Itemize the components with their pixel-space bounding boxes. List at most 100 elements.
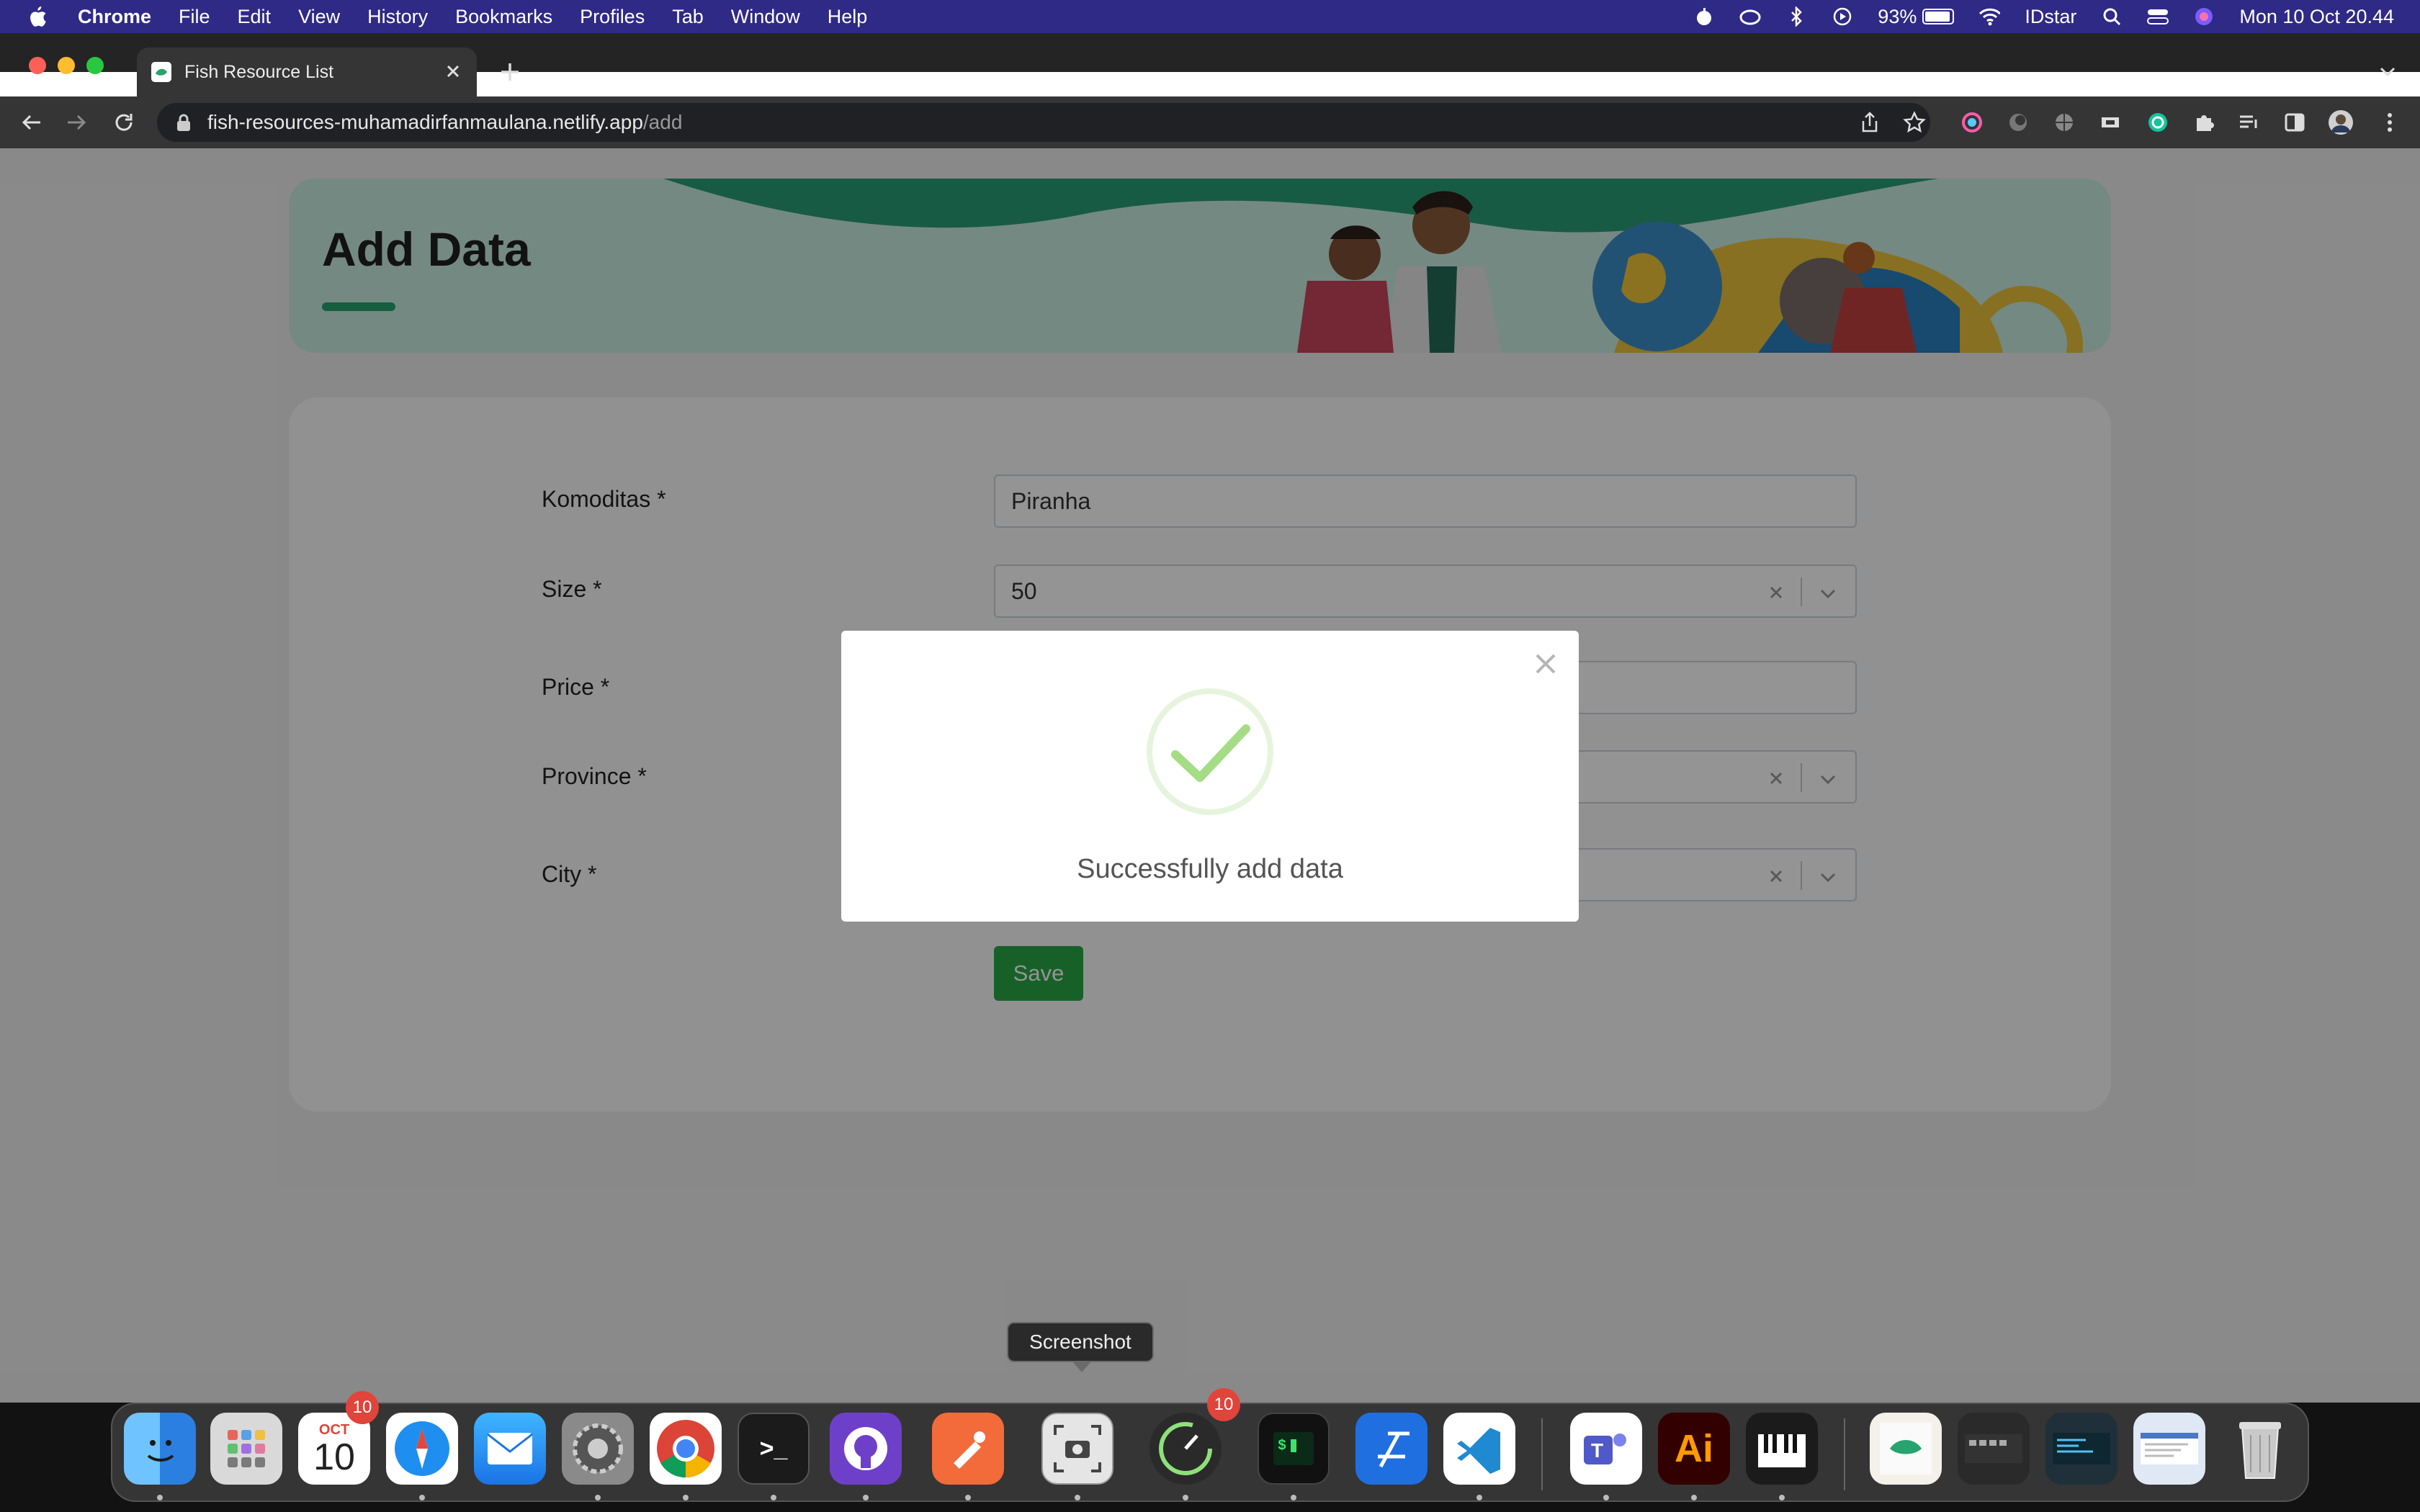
- iterm-icon[interactable]: $: [1258, 1413, 1330, 1485]
- running-indicator: [157, 1495, 163, 1500]
- menu-view[interactable]: View: [298, 6, 340, 28]
- site-favicon-icon: [151, 62, 171, 82]
- extension-color-icon[interactable]: [1959, 109, 1985, 135]
- menu-window[interactable]: Window: [731, 6, 800, 28]
- lock-icon[interactable]: [176, 113, 192, 132]
- success-check-icon: [1147, 688, 1273, 815]
- menu-tab[interactable]: Tab: [672, 6, 704, 28]
- back-arrow-icon[interactable]: [17, 108, 46, 137]
- chrome-icon[interactable]: [650, 1413, 722, 1485]
- success-modal: Successfully add data: [841, 631, 1579, 922]
- forward-arrow-icon[interactable]: [62, 108, 91, 137]
- running-indicator: [1075, 1495, 1080, 1500]
- dock-separator: [1541, 1418, 1543, 1490]
- running-indicator: [595, 1495, 601, 1500]
- screenshot-icon[interactable]: [1041, 1413, 1113, 1485]
- side-panel-icon[interactable]: [2282, 109, 2308, 135]
- menu-app-name[interactable]: Chrome: [78, 6, 151, 28]
- address-bar[interactable]: fish-resources-muhamadirfanmaulana.netli…: [157, 103, 1930, 142]
- running-indicator: [771, 1495, 776, 1500]
- terminal-prompt: >_: [759, 1434, 788, 1462]
- window-minimize-button[interactable]: [58, 57, 75, 74]
- wifi-icon[interactable]: [1978, 6, 2001, 27]
- menu-profiles[interactable]: Profiles: [580, 6, 645, 28]
- safari-icon[interactable]: [386, 1413, 458, 1485]
- window-zoom-button[interactable]: [86, 57, 104, 74]
- trash-icon[interactable]: [2224, 1413, 2296, 1485]
- recent-browser-thumbnail[interactable]: [2133, 1413, 2205, 1485]
- fruit-tray-icon[interactable]: [1693, 6, 1715, 27]
- menu-file[interactable]: File: [179, 6, 210, 28]
- tooltip-arrow: [1072, 1361, 1092, 1372]
- profile-avatar[interactable]: [2328, 109, 2354, 135]
- page-content: Add Data Komoditas * Piranha Size * 50 P…: [0, 148, 2420, 1403]
- spotlight-search-icon[interactable]: [2101, 6, 2123, 27]
- extension-cast-icon[interactable]: [2097, 109, 2123, 135]
- app-badge: 10: [1207, 1388, 1240, 1421]
- running-indicator: [1779, 1495, 1785, 1500]
- dock-separator: [1844, 1418, 1845, 1490]
- bookmark-star-icon[interactable]: [1901, 109, 1927, 135]
- menu-bookmarks[interactable]: Bookmarks: [455, 6, 552, 28]
- running-indicator: [683, 1495, 689, 1500]
- vscode-icon[interactable]: [1443, 1413, 1515, 1485]
- xcode-icon[interactable]: [1355, 1413, 1428, 1485]
- mail-icon[interactable]: [474, 1413, 546, 1485]
- share-icon[interactable]: [1857, 109, 1883, 135]
- chrome-menu-icon[interactable]: [2377, 109, 2403, 135]
- calendar-day: 10: [313, 1436, 355, 1478]
- finder-icon[interactable]: [124, 1413, 196, 1485]
- extension-dark-reader-icon[interactable]: [2005, 109, 2031, 135]
- illustrator-icon[interactable]: Ai: [1658, 1413, 1730, 1485]
- battery-percent: 93%: [1878, 5, 1917, 27]
- tab-close-icon[interactable]: [444, 62, 462, 81]
- bluetooth-icon[interactable]: [1785, 6, 1807, 27]
- reading-list-icon[interactable]: [2236, 109, 2262, 135]
- running-indicator: [1603, 1495, 1609, 1500]
- running-indicator: [419, 1495, 425, 1500]
- tab-search-chevron-icon[interactable]: [2377, 60, 2398, 82]
- extension-grammarly-icon[interactable]: [2145, 109, 2171, 135]
- menu-history[interactable]: History: [367, 6, 428, 28]
- svg-text:$: $: [1278, 1438, 1286, 1454]
- extensions-puzzle-icon[interactable]: [2191, 109, 2217, 135]
- siri-icon[interactable]: [2193, 6, 2215, 27]
- running-indicator: [1476, 1495, 1482, 1500]
- teams-icon[interactable]: T: [1570, 1413, 1642, 1485]
- github-desktop-icon[interactable]: [830, 1413, 902, 1485]
- menu-bar: Chrome File Edit View History Bookmarks …: [0, 0, 2420, 33]
- menu-help[interactable]: Help: [828, 6, 868, 28]
- menu-edit[interactable]: Edit: [238, 6, 272, 28]
- tab-title: Fish Resource List: [184, 61, 334, 82]
- reload-icon[interactable]: [109, 108, 138, 137]
- calendar-badge: 10: [346, 1391, 379, 1424]
- url-host: fish-resources-muhamadirfanmaulana.netli…: [207, 111, 643, 133]
- terminal-icon[interactable]: >_: [738, 1413, 810, 1485]
- recent-document-thumbnail[interactable]: [1870, 1413, 1942, 1485]
- postman-icon[interactable]: [932, 1413, 1004, 1485]
- apple-menu-icon[interactable]: [26, 5, 48, 28]
- running-indicator: [1691, 1495, 1697, 1500]
- control-center-icon[interactable]: [2147, 6, 2169, 27]
- creative-cloud-icon[interactable]: [1739, 6, 1761, 27]
- dock-tooltip: Screenshot: [1007, 1322, 1154, 1372]
- menu-datetime[interactable]: Mon 10 Oct 20.44: [2239, 6, 2394, 28]
- running-indicator: [1291, 1495, 1296, 1500]
- recent-code-thumbnail[interactable]: [2045, 1413, 2118, 1485]
- tab-fish-resource-list[interactable]: Fish Resource List: [137, 48, 477, 96]
- piano-app-icon[interactable]: [1746, 1413, 1818, 1485]
- system-preferences-icon[interactable]: [562, 1413, 634, 1485]
- launchpad-icon[interactable]: [210, 1413, 282, 1485]
- battery-status[interactable]: 93%: [1878, 5, 1955, 28]
- media-play-icon[interactable]: [1832, 6, 1853, 27]
- modal-message: Successfully add data: [1077, 854, 1343, 884]
- new-tab-icon[interactable]: [496, 58, 524, 86]
- illustrator-label: Ai: [1675, 1427, 1713, 1470]
- speedtest-icon[interactable]: [1150, 1413, 1222, 1485]
- tooltip-label: Screenshot: [1029, 1331, 1131, 1353]
- menu-user[interactable]: IDstar: [2025, 6, 2076, 28]
- extension-globe-icon[interactable]: [2051, 109, 2077, 135]
- window-close-button[interactable]: [29, 57, 46, 74]
- recent-window-thumbnail[interactable]: [1958, 1413, 2030, 1485]
- close-icon[interactable]: [1531, 649, 1560, 678]
